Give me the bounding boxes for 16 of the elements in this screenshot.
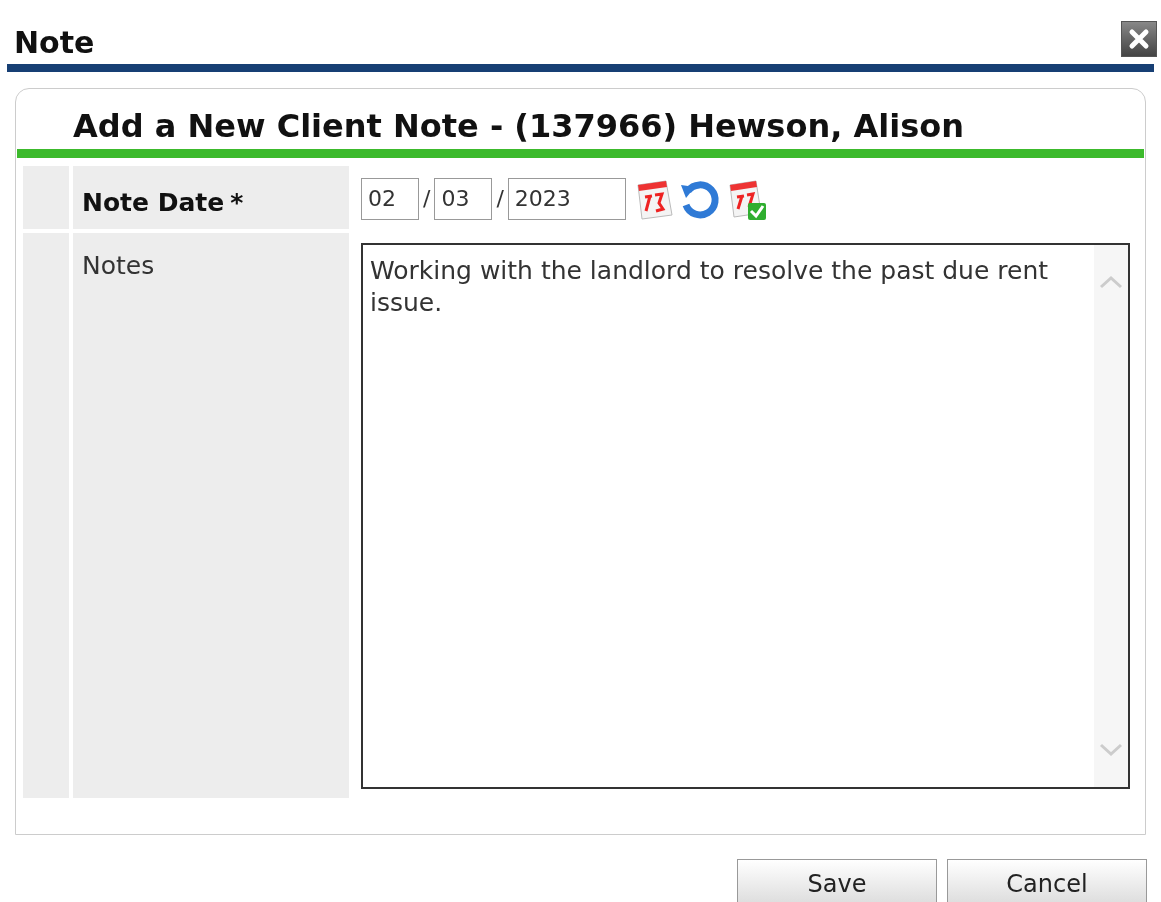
notes-text: Working with the landlord to resolve the past due rent issue. <box>369 255 1050 319</box>
close-button[interactable] <box>1121 21 1157 57</box>
close-icon <box>1127 27 1151 51</box>
field-label: Note Date <box>82 187 225 219</box>
date-input[interactable]: 03 <box>434 177 493 220</box>
field-label: Notes <box>82 250 155 282</box>
required-mark: * <box>230 187 244 219</box>
date-input[interactable]: 02 <box>361 177 419 220</box>
date-input[interactable]: 2023 <box>507 177 626 220</box>
dialog-button[interactable]: Cancel <box>947 859 1147 902</box>
dialog-button[interactable]: Save <box>737 859 937 902</box>
dialog-title: Note <box>14 23 95 62</box>
date-separator: / <box>496 185 504 213</box>
date-separator: / <box>423 185 431 213</box>
notes-text-area[interactable]: Working with the landlord to resolve the past due rent issue. <box>361 243 1130 789</box>
form-heading: Add a New Client Note - (137966) Hewson, Alison <box>72 106 965 147</box>
